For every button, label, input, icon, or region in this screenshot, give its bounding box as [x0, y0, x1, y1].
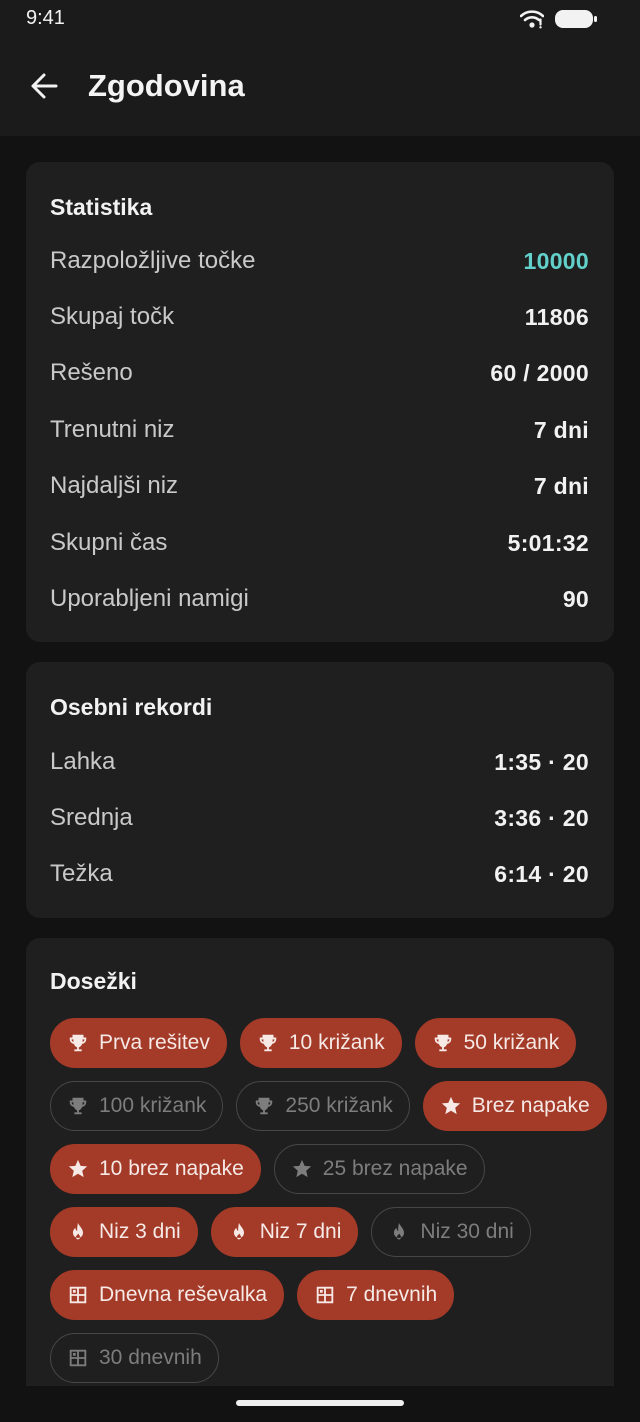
achievement-label: Dnevna reševalka	[99, 1283, 268, 1306]
achievements-card: Dosežki Prva rešitev 10 križank 50 križank…	[26, 938, 614, 1386]
trophy-icon	[253, 1095, 275, 1117]
achievement-label: 50 križank	[463, 1031, 560, 1054]
stat-value: 10000	[523, 247, 589, 274]
achievement-chip[interactable]: Niz 7 dni	[210, 1207, 359, 1257]
star-icon	[67, 1158, 89, 1180]
calendar-grid-icon	[314, 1284, 336, 1306]
arrow-left-icon	[29, 71, 59, 106]
record-row-hard: Težka 6:14 · 20	[50, 854, 589, 894]
achievement-chip[interactable]: Niz 30 dni	[371, 1207, 531, 1257]
achievement-chip[interactable]: 10 brez napake	[50, 1144, 261, 1194]
stat-label: Trenutni niz	[50, 416, 175, 443]
trophy-icon	[432, 1032, 454, 1054]
achievement-label: 10 križank	[288, 1031, 385, 1054]
achievement-chip[interactable]: Dnevna reševalka	[50, 1270, 285, 1320]
achievement-chip[interactable]: 50 križank	[414, 1018, 577, 1068]
achievement-label: 25 brez napake	[322, 1157, 468, 1180]
achievement-chip[interactable]: Niz 3 dni	[50, 1207, 198, 1257]
page-title: Zgodovina	[88, 68, 245, 103]
flame-icon	[228, 1221, 250, 1243]
stat-value: 90	[562, 585, 589, 612]
records-title: Osebni rekordi	[50, 694, 213, 720]
achievement-chip[interactable]: 100 križank	[50, 1081, 224, 1131]
record-label: Lahka	[50, 748, 116, 775]
achievement-chips: Prva rešitev 10 križank 50 križank 100 križ…	[50, 1018, 610, 1383]
stat-label: Uporabljeni namigi	[50, 585, 249, 612]
stat-row-hints-used: Uporabljeni namigi 90	[50, 579, 589, 619]
achievement-label: 100 križank	[99, 1094, 207, 1117]
calendar-grid-icon	[67, 1284, 89, 1306]
achievement-chip[interactable]: Brez napake	[422, 1081, 607, 1131]
back-button[interactable]	[20, 66, 68, 110]
wifi-icon	[519, 9, 545, 34]
home-indicator[interactable]	[236, 1400, 404, 1406]
app-bar: Zgodovina	[0, 38, 640, 136]
stat-label: Skupni čas	[50, 529, 168, 556]
record-label: Težka	[50, 860, 113, 887]
trophy-icon	[67, 1032, 89, 1054]
personal-records-card: Osebni rekordi Lahka 1:35 · 20 Srednja 3…	[26, 662, 614, 918]
stat-label: Rešeno	[50, 359, 133, 386]
trophy-icon	[257, 1032, 279, 1054]
stat-row-available-points: Razpoložljive točke 10000	[50, 241, 589, 281]
stat-value: 11806	[524, 303, 589, 330]
record-row-easy: Lahka 1:35 · 20	[50, 742, 589, 782]
star-icon	[291, 1158, 313, 1180]
trophy-icon	[67, 1095, 89, 1117]
achievements-title: Dosežki	[50, 968, 137, 994]
achievement-label: 30 dnevnih	[99, 1346, 202, 1369]
achievement-label: 7 dnevnih	[346, 1283, 438, 1306]
stat-value: 7 dni	[533, 472, 589, 499]
stat-label: Razpoložljive točke	[50, 247, 256, 274]
stat-label: Skupaj točk	[50, 303, 175, 330]
statistics-card: Statistika Razpoložljive točke 10000 Sku…	[26, 162, 614, 642]
stat-row-solved: Rešeno 60 / 2000	[50, 353, 589, 393]
achievement-label: Niz 7 dni	[259, 1220, 342, 1243]
scroll-content[interactable]: Statistika Razpoložljive točke 10000 Sku…	[0, 136, 640, 1386]
achievement-label: Niz 30 dni	[420, 1220, 514, 1243]
stat-row-current-streak: Trenutni niz 7 dni	[50, 410, 589, 450]
achievement-chip[interactable]: 25 brez napake	[273, 1144, 485, 1194]
status-time: 9:41	[26, 7, 65, 29]
record-row-medium: Srednja 3:36 · 20	[50, 798, 589, 838]
stat-value: 5:01:32	[507, 529, 589, 556]
stat-value: 7 dni	[533, 416, 589, 443]
status-bar: 9:41	[0, 0, 640, 38]
record-value: 3:36 · 20	[494, 804, 589, 831]
star-icon	[440, 1095, 462, 1117]
record-value: 6:14 · 20	[494, 860, 589, 887]
stat-row-total-time: Skupni čas 5:01:32	[50, 523, 589, 563]
achievement-chip[interactable]: 10 križank	[239, 1018, 402, 1068]
status-icons	[519, 8, 598, 35]
flame-icon	[388, 1221, 410, 1243]
achievement-label: Prva rešitev	[99, 1031, 210, 1054]
achievement-label: 250 križank	[285, 1094, 393, 1117]
achievement-label: 10 brez napake	[99, 1157, 244, 1180]
achievement-chip[interactable]: 250 križank	[236, 1081, 410, 1131]
record-label: Srednja	[50, 804, 133, 831]
statistics-title: Statistika	[50, 194, 153, 220]
stat-label: Najdaljši niz	[50, 472, 179, 499]
stat-value: 60 / 2000	[490, 359, 589, 386]
achievement-chip[interactable]: 30 dnevnih	[50, 1333, 219, 1383]
battery-icon	[554, 8, 598, 35]
achievement-label: Niz 3 dni	[99, 1220, 181, 1243]
flame-icon	[67, 1221, 89, 1243]
achievement-chip[interactable]: 7 dnevnih	[297, 1270, 455, 1320]
achievement-chip[interactable]: Prva rešitev	[50, 1018, 227, 1068]
stat-row-longest-streak: Najdaljši niz 7 dni	[50, 466, 589, 506]
achievement-label: Brez napake	[471, 1094, 590, 1117]
calendar-grid-icon	[67, 1347, 89, 1369]
record-value: 1:35 · 20	[494, 748, 589, 775]
stat-row-total-points: Skupaj točk 11806	[50, 297, 589, 337]
